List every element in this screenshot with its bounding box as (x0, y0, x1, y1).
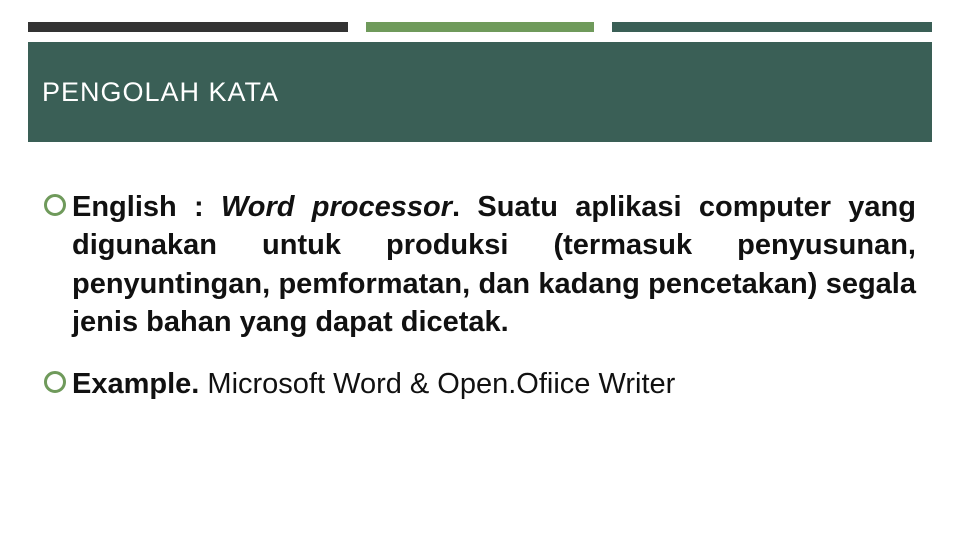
accent-bar-green (366, 22, 594, 32)
circle-bullet-icon (44, 194, 66, 216)
list-item-text: Example. Microsoft Word & Open.Ofiice Wr… (72, 365, 675, 403)
text-sep: . (452, 191, 477, 223)
list-item: English : Word processor. Suatu aplikasi… (44, 188, 916, 341)
slide: PENGOLAH KATA English : Word processor. … (0, 0, 960, 540)
accent-bar-teal (612, 22, 932, 32)
accent-bar-dark (28, 22, 348, 32)
list-item-text: English : Word processor. Suatu aplikasi… (72, 188, 916, 341)
accent-bar (28, 22, 932, 32)
slide-content: English : Word processor. Suatu aplikasi… (44, 188, 916, 427)
circle-bullet-icon (44, 371, 66, 393)
text-rest: Microsoft Word & Open.Ofiice Writer (207, 368, 675, 400)
text-prefix: English : (72, 191, 221, 223)
text-term: Word processor (221, 191, 452, 223)
list-item: Example. Microsoft Word & Open.Ofiice Wr… (44, 365, 916, 403)
slide-title-block: PENGOLAH KATA (28, 42, 932, 142)
text-lead: Example. (72, 368, 207, 400)
slide-title: PENGOLAH KATA (42, 77, 279, 108)
